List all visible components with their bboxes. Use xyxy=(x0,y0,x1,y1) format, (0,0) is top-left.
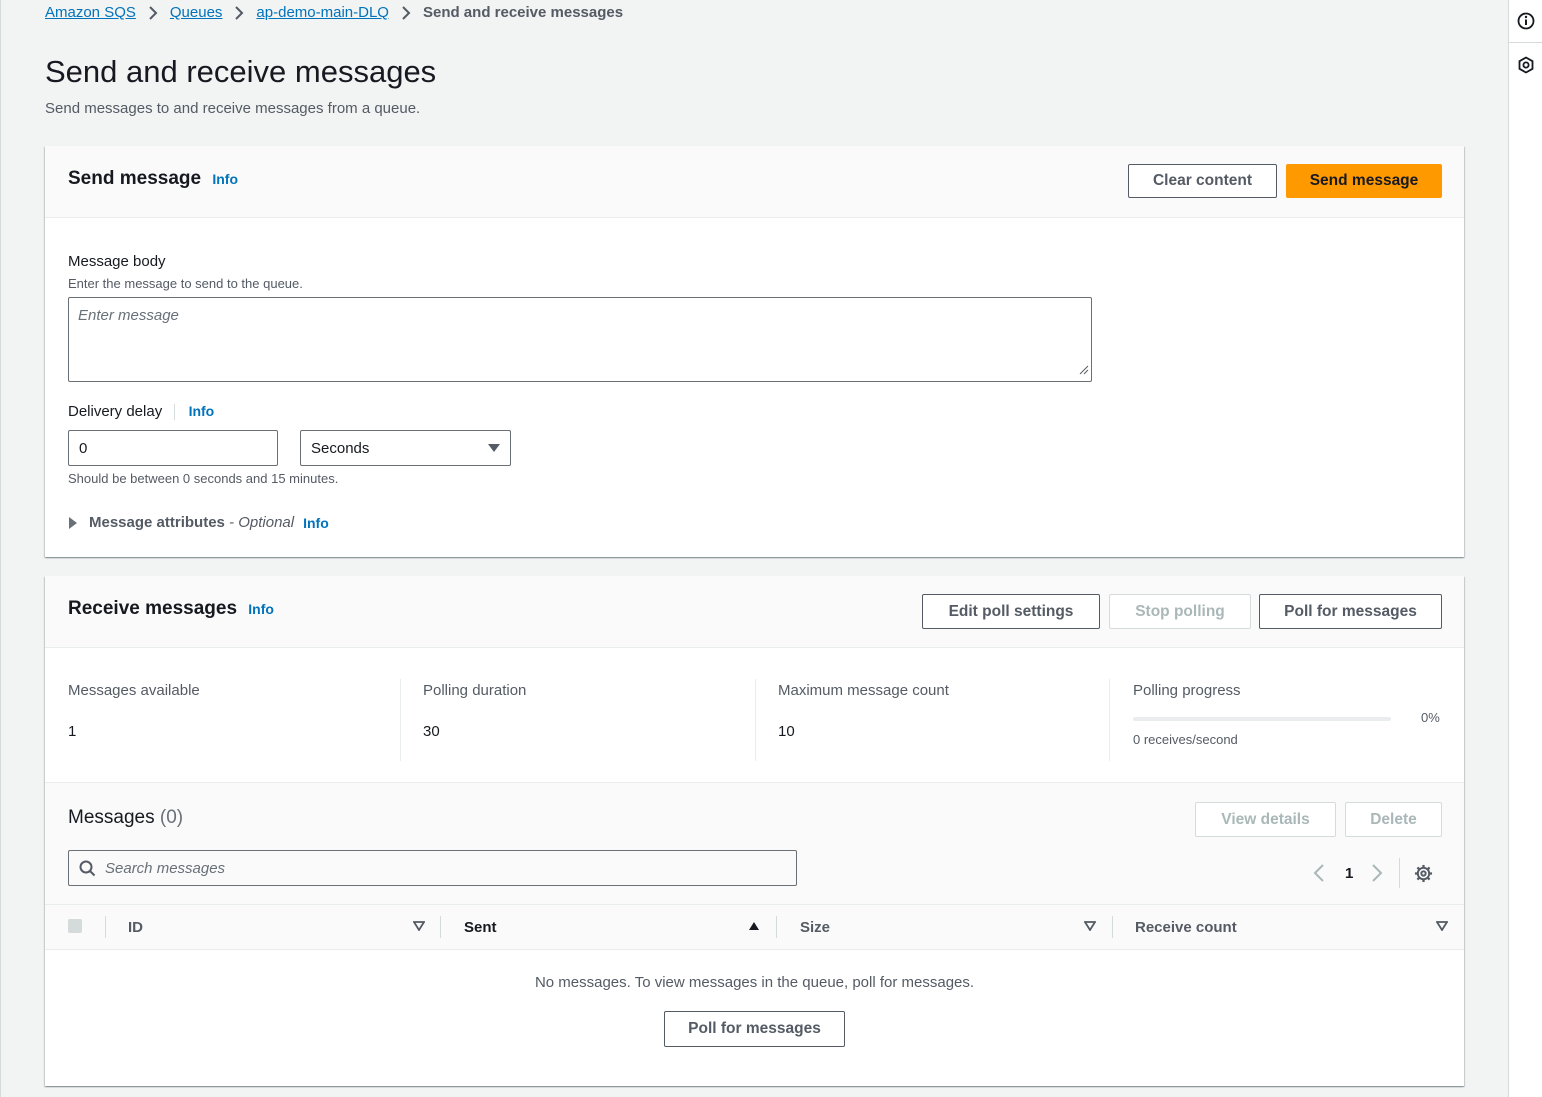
column-divider xyxy=(776,916,777,938)
send-message-info-link[interactable]: Info xyxy=(212,171,238,187)
breadcrumb-link-queue[interactable]: ap-demo-main-DLQ xyxy=(256,4,389,21)
message-attributes-info-link[interactable]: Info xyxy=(303,515,329,531)
send-message-button[interactable]: Send message xyxy=(1286,164,1442,198)
pagination: 1 xyxy=(1313,858,1433,888)
gear-icon xyxy=(1415,864,1433,882)
receive-messages-title: Receive messages Info xyxy=(68,598,274,620)
max-message-count-label: Maximum message count xyxy=(778,682,949,699)
caret-right-icon xyxy=(69,516,77,529)
delivery-delay-hint: Should be between 0 seconds and 15 minut… xyxy=(68,471,339,486)
search-messages-placeholder: Search messages xyxy=(105,859,226,877)
chevron-left-icon xyxy=(1313,864,1324,882)
receive-messages-title-text: Receive messages xyxy=(68,598,238,619)
column-divider xyxy=(1112,916,1113,938)
chevron-right-icon xyxy=(401,5,411,20)
label-divider xyxy=(174,404,176,421)
delivery-delay-label-text: Delivery delay xyxy=(68,403,163,420)
page-title: Send and receive messages xyxy=(45,54,437,89)
message-attributes-expander[interactable]: Message attributes - Optional Info xyxy=(68,514,329,531)
stat-divider xyxy=(755,679,756,761)
message-attributes-label: Message attributes xyxy=(89,514,225,531)
feedback-panel-toggle[interactable] xyxy=(1509,44,1542,86)
polling-rate: 0 receives/second xyxy=(1133,732,1238,747)
max-message-count-value: 10 xyxy=(778,723,795,740)
message-body-hint: Enter the message to send to the queue. xyxy=(68,276,303,291)
sort-down-icon[interactable] xyxy=(1436,921,1448,931)
stat-divider xyxy=(1109,679,1110,761)
empty-table-message: No messages. To view messages in the que… xyxy=(534,974,975,991)
sort-down-icon[interactable] xyxy=(413,921,425,931)
poll-for-messages-button[interactable]: Poll for messages xyxy=(1259,594,1442,629)
next-page-button[interactable] xyxy=(1371,864,1383,882)
breadcrumb-link-queues[interactable]: Queues xyxy=(170,4,223,21)
pager-divider xyxy=(1399,858,1401,888)
table-preferences-button[interactable] xyxy=(1414,864,1433,883)
delivery-delay-unit-select[interactable]: Seconds xyxy=(300,430,511,466)
view-details-button[interactable]: View details xyxy=(1195,802,1336,837)
sort-down-icon[interactable] xyxy=(1084,921,1096,931)
previous-page-button[interactable] xyxy=(1313,864,1325,882)
polling-progress-percent: 0% xyxy=(1421,710,1440,725)
sort-up-icon[interactable] xyxy=(748,921,760,931)
polling-progress-label: Polling progress xyxy=(1133,682,1241,699)
breadcrumb-current: Send and receive messages xyxy=(422,4,624,21)
polling-duration-label: Polling duration xyxy=(423,682,527,699)
message-attributes-optional: - Optional xyxy=(224,514,295,531)
rail-divider xyxy=(1509,42,1542,43)
edit-poll-settings-button[interactable]: Edit poll settings xyxy=(922,594,1100,629)
messages-table-header: ID Sent Size Receive count xyxy=(45,904,1464,950)
breadcrumb: Amazon SQS Queues ap-demo-main-DLQ Send … xyxy=(45,4,623,21)
send-message-title-text: Send message xyxy=(68,168,202,189)
polling-progress-bar xyxy=(1133,717,1391,721)
stop-polling-button[interactable]: Stop polling xyxy=(1109,594,1251,629)
delete-button[interactable]: Delete xyxy=(1345,802,1442,837)
receive-messages-info-link[interactable]: Info xyxy=(248,601,274,617)
delivery-delay-label: Delivery delay Info xyxy=(68,403,215,421)
info-icon xyxy=(1517,12,1535,30)
chevron-right-icon xyxy=(234,5,244,20)
breadcrumb-link-amazon-sqs[interactable]: Amazon SQS xyxy=(45,4,136,21)
messages-available-value: 1 xyxy=(68,723,77,740)
send-message-panel: Send message Info Clear content Send mes… xyxy=(45,146,1464,557)
info-panel-toggle[interactable] xyxy=(1509,0,1542,42)
delivery-delay-unit-value: Seconds xyxy=(311,439,370,457)
message-body-textarea[interactable]: Enter message xyxy=(68,297,1092,382)
search-messages-input[interactable]: Search messages xyxy=(68,850,797,886)
column-header-sent[interactable]: Sent xyxy=(464,905,497,949)
messages-count: (0) xyxy=(159,807,184,828)
message-body-placeholder: Enter message xyxy=(78,307,179,324)
page-left-border xyxy=(0,0,1,1097)
receive-messages-header: Receive messages Info Edit poll settings… xyxy=(45,576,1464,648)
clear-content-button[interactable]: Clear content xyxy=(1128,164,1277,198)
messages-heading: Messages (0) xyxy=(68,807,183,829)
feedback-icon xyxy=(1518,56,1534,74)
messages-available-label: Messages available xyxy=(68,682,200,699)
select-all-checkbox[interactable] xyxy=(68,919,82,933)
chevron-right-icon xyxy=(148,5,158,20)
page-description: Send messages to and receive messages fr… xyxy=(45,100,421,117)
delivery-delay-input[interactable]: 0 xyxy=(68,430,278,466)
page-number-1[interactable]: 1 xyxy=(1345,865,1353,882)
right-utility-rail xyxy=(1508,0,1542,1097)
delivery-delay-info-link[interactable]: Info xyxy=(189,403,215,419)
stat-divider xyxy=(400,679,401,761)
column-divider xyxy=(105,916,106,938)
send-message-header: Send message Info Clear content Send mes… xyxy=(45,146,1464,218)
polling-duration-value: 30 xyxy=(423,723,440,740)
empty-poll-for-messages-button[interactable]: Poll for messages xyxy=(664,1011,845,1047)
column-header-id[interactable]: ID xyxy=(128,905,143,949)
column-header-receive-count[interactable]: Receive count xyxy=(1135,905,1237,949)
caret-down-icon xyxy=(488,444,500,452)
message-body-label: Message body xyxy=(68,253,166,270)
send-message-title: Send message Info xyxy=(68,168,238,190)
resize-handle-icon[interactable] xyxy=(1079,362,1089,379)
search-icon xyxy=(79,860,96,876)
delivery-delay-value: 0 xyxy=(79,439,88,457)
column-divider xyxy=(440,916,441,938)
chevron-right-icon xyxy=(1372,864,1383,882)
receive-messages-panel: Receive messages Info Edit poll settings… xyxy=(45,576,1464,1086)
messages-title: Messages xyxy=(68,807,155,828)
polling-stats: Messages available 1 Polling duration 30… xyxy=(45,647,1464,782)
column-header-size[interactable]: Size xyxy=(800,905,830,949)
